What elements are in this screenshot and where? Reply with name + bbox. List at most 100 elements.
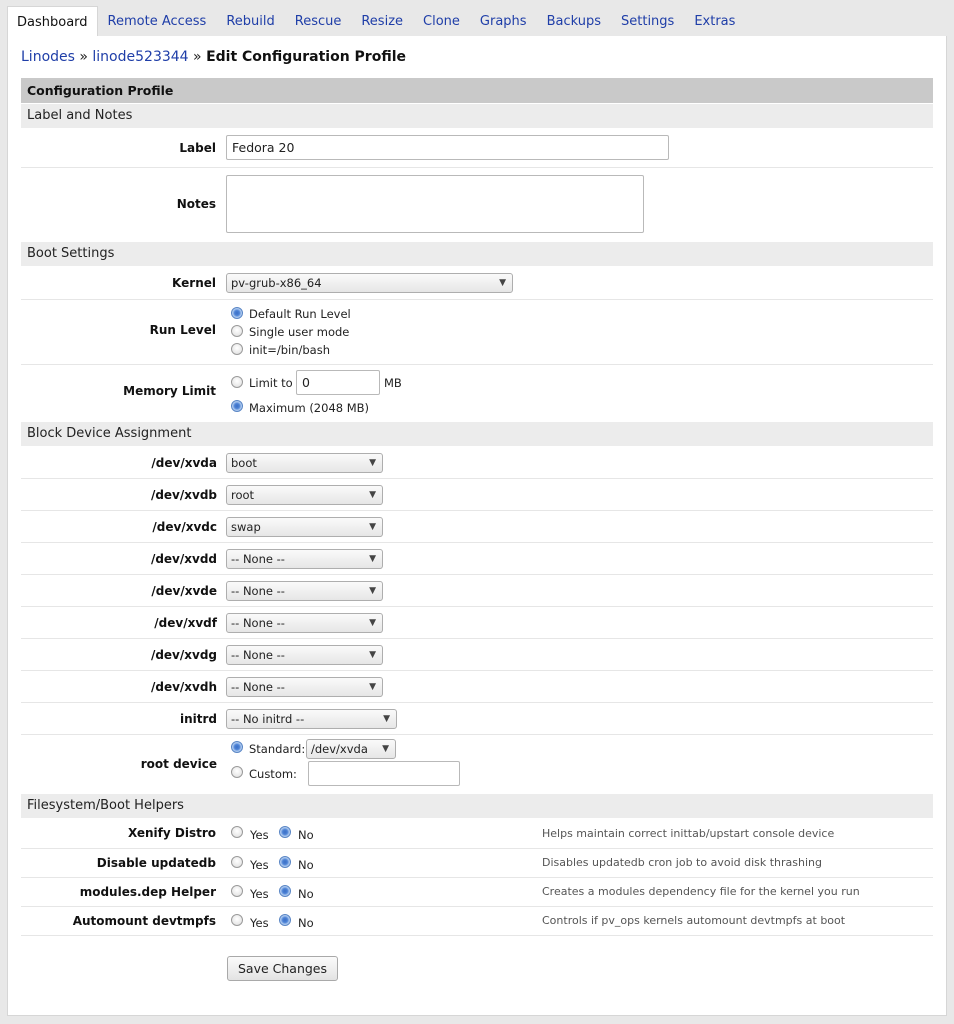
device-xvda-value: boot xyxy=(231,456,257,470)
row-divider xyxy=(21,542,933,543)
devtmpfs-help-text: Controls if pv_ops kernels automount dev… xyxy=(542,914,846,927)
root-device-standard-value: /dev/xvda xyxy=(311,742,368,756)
run-level-bash-radio[interactable] xyxy=(231,343,243,355)
row-divider xyxy=(21,606,933,607)
tab-bar: Dashboard Remote Access Rebuild Rescue R… xyxy=(7,6,745,37)
devtmpfs-yes-radio[interactable] xyxy=(231,914,243,926)
updatedb-yes-radio[interactable] xyxy=(231,856,243,868)
chevron-down-icon: ▼ xyxy=(383,714,390,724)
chevron-down-icon: ▼ xyxy=(369,554,376,564)
modules-dep-helper-label: modules.dep Helper xyxy=(79,885,216,899)
root-device-standard-label: Standard: xyxy=(249,742,306,756)
memory-limit-field-label: Memory Limit xyxy=(123,384,216,398)
helpers-section-header: Filesystem/Boot Helpers xyxy=(21,794,933,818)
device-xvdc-select[interactable]: swap ▼ xyxy=(226,517,383,537)
row-divider xyxy=(21,167,933,168)
row-divider xyxy=(21,299,933,300)
modules-dep-yes-label: Yes xyxy=(250,887,269,901)
xenify-yes-label: Yes xyxy=(250,828,269,842)
tab-clone[interactable]: Clone xyxy=(413,6,470,37)
row-divider xyxy=(21,877,933,878)
run-level-default-radio[interactable] xyxy=(231,307,243,319)
tab-resize[interactable]: Resize xyxy=(351,6,413,37)
label-input[interactable] xyxy=(226,135,669,160)
content-panel: Linodes » linode523344 » Edit Configurat… xyxy=(7,36,947,1016)
modules-dep-no-radio[interactable] xyxy=(279,885,291,897)
initrd-value: -- No initrd -- xyxy=(231,712,305,726)
device-xvdh-select[interactable]: -- None -- ▼ xyxy=(226,677,383,697)
breadcrumb-linodes-link[interactable]: Linodes xyxy=(21,49,75,65)
device-xvdd-label: /dev/xvdd xyxy=(150,552,217,566)
device-xvdg-label: /dev/xvdg xyxy=(150,648,217,662)
initrd-select[interactable]: -- No initrd -- ▼ xyxy=(226,709,397,729)
tab-extras[interactable]: Extras xyxy=(684,6,745,37)
device-xvdd-select[interactable]: -- None -- ▼ xyxy=(226,549,383,569)
tab-graphs[interactable]: Graphs xyxy=(470,6,537,37)
device-xvdc-label: /dev/xvdc xyxy=(152,520,217,534)
tab-rebuild[interactable]: Rebuild xyxy=(216,6,284,37)
initrd-label: initrd xyxy=(179,712,217,726)
tab-rescue[interactable]: Rescue xyxy=(285,6,352,37)
row-divider xyxy=(21,478,933,479)
xenify-distro-label: Xenify Distro xyxy=(127,826,216,840)
chevron-down-icon: ▼ xyxy=(369,618,376,628)
xenify-help-text: Helps maintain correct inittab/upstart c… xyxy=(542,827,835,840)
xenify-yes-radio[interactable] xyxy=(231,826,243,838)
xenify-no-radio[interactable] xyxy=(279,826,291,838)
disable-updatedb-label: Disable updatedb xyxy=(96,856,216,870)
device-xvda-label: /dev/xvda xyxy=(151,456,217,470)
root-device-custom-radio[interactable] xyxy=(231,766,243,778)
root-device-custom-input[interactable] xyxy=(308,761,460,786)
device-xvdb-value: root xyxy=(231,488,255,502)
boot-settings-section-header: Boot Settings xyxy=(21,242,933,266)
chevron-down-icon: ▼ xyxy=(369,682,376,692)
tab-settings[interactable]: Settings xyxy=(611,6,684,37)
memory-limit-to-label: Limit to xyxy=(249,376,293,390)
row-divider xyxy=(21,734,933,735)
tab-remote-access[interactable]: Remote Access xyxy=(98,6,217,37)
root-device-standard-select[interactable]: /dev/xvda ▼ xyxy=(306,739,396,759)
device-xvde-select[interactable]: -- None -- ▼ xyxy=(226,581,383,601)
save-changes-button[interactable]: Save Changes xyxy=(227,956,338,981)
tab-dashboard[interactable]: Dashboard xyxy=(7,6,98,37)
memory-limit-input[interactable] xyxy=(296,370,380,395)
root-device-label: root device xyxy=(140,757,217,771)
chevron-down-icon: ▼ xyxy=(369,522,376,532)
label-field-label: Label xyxy=(179,141,216,155)
automount-devtmpfs-label: Automount devtmpfs xyxy=(72,914,216,928)
label-notes-section-header: Label and Notes xyxy=(21,104,933,128)
breadcrumb-separator: » xyxy=(79,49,88,65)
device-xvdh-label: /dev/xvdh xyxy=(150,680,217,694)
updatedb-no-radio[interactable] xyxy=(279,856,291,868)
run-level-default-label: Default Run Level xyxy=(249,307,351,321)
device-xvdb-label: /dev/xvdb xyxy=(150,488,217,502)
device-xvdb-select[interactable]: root ▼ xyxy=(226,485,383,505)
device-xvde-value: -- None -- xyxy=(231,584,285,598)
breadcrumb-separator: » xyxy=(193,49,202,65)
kernel-select[interactable]: pv-grub-x86_64 ▼ xyxy=(226,273,513,293)
modules-dep-help-text: Creates a modules dependency file for th… xyxy=(542,885,860,898)
memory-maximum-radio[interactable] xyxy=(231,400,243,412)
device-xvdf-value: -- None -- xyxy=(231,616,285,630)
device-xvda-select[interactable]: boot ▼ xyxy=(226,453,383,473)
row-divider xyxy=(21,670,933,671)
modules-dep-yes-radio[interactable] xyxy=(231,885,243,897)
xenify-no-label: No xyxy=(298,828,314,842)
device-xvdf-select[interactable]: -- None -- ▼ xyxy=(226,613,383,633)
memory-limit-to-radio[interactable] xyxy=(231,376,243,388)
updatedb-help-text: Disables updatedb cron job to avoid disk… xyxy=(542,856,822,869)
chevron-down-icon: ▼ xyxy=(369,458,376,468)
root-device-standard-radio[interactable] xyxy=(231,741,243,753)
kernel-select-value: pv-grub-x86_64 xyxy=(231,276,322,290)
breadcrumb-linode-link[interactable]: linode523344 xyxy=(92,49,188,65)
updatedb-yes-label: Yes xyxy=(250,858,269,872)
row-divider xyxy=(21,935,933,936)
breadcrumb: Linodes » linode523344 » Edit Configurat… xyxy=(21,49,406,65)
devtmpfs-no-radio[interactable] xyxy=(279,914,291,926)
run-level-field-label: Run Level xyxy=(149,323,216,337)
tab-backups[interactable]: Backups xyxy=(537,6,611,37)
device-xvdd-value: -- None -- xyxy=(231,552,285,566)
device-xvdg-select[interactable]: -- None -- ▼ xyxy=(226,645,383,665)
notes-textarea[interactable] xyxy=(226,175,644,233)
run-level-single-radio[interactable] xyxy=(231,325,243,337)
